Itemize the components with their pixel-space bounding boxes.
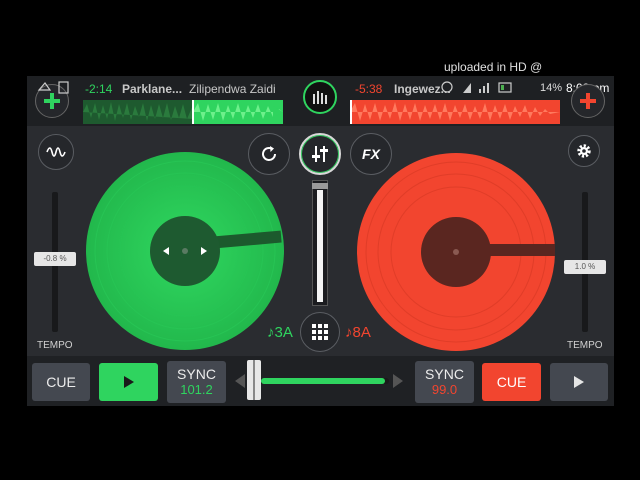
deck-a-cue-button[interactable]: CUE xyxy=(32,363,90,401)
turntable-b[interactable] xyxy=(356,152,556,352)
crossfader-left-arrow[interactable] xyxy=(235,374,245,388)
dj-app: -2:14 Parklane... Zilipendwa Zaidi -5:38… xyxy=(27,76,614,406)
app-logo xyxy=(303,80,337,114)
deck-b-key: ♪8A xyxy=(345,324,371,341)
play-icon xyxy=(574,376,584,388)
notification-icons xyxy=(37,81,69,94)
deck-a-waveform-end-arrow xyxy=(273,106,283,118)
settings-button[interactable] xyxy=(568,135,600,167)
deck-b-sync-label: SYNC xyxy=(425,366,464,382)
deck-a-sync-button[interactable]: SYNC 101.2 xyxy=(167,361,226,403)
equalizer-icon xyxy=(313,91,327,104)
deck-b-waveform[interactable] xyxy=(350,100,560,124)
tempo-slider-b-thumb[interactable]: 1.0 % xyxy=(564,260,606,274)
tempo-label-a: TEMPO xyxy=(37,340,73,351)
mixer-button[interactable] xyxy=(299,133,341,175)
deck-a-track-artist: Zilipendwa Zaidi xyxy=(189,82,276,96)
grid-icon xyxy=(312,324,328,340)
crossfader-fill xyxy=(261,378,385,384)
crossfader-right-arrow[interactable] xyxy=(393,374,403,388)
deck-a-track-title: Parklane... xyxy=(122,82,183,96)
plus-icon xyxy=(580,93,596,109)
waveform-view-button[interactable] xyxy=(38,134,74,170)
volume-fader[interactable] xyxy=(312,180,328,306)
tempo-slider-a-thumb[interactable]: -0.8 % xyxy=(34,252,76,266)
deck-b-time-remaining: -5:38 xyxy=(355,82,383,96)
deck-a-play-button[interactable] xyxy=(99,363,158,401)
deck-b-cue-label: CUE xyxy=(496,374,527,390)
grid-button[interactable] xyxy=(300,312,340,352)
deck-b-bpm: 99.0 xyxy=(431,382,458,397)
mixer-sliders-icon xyxy=(312,146,328,162)
deck-a-time-remaining: -2:14 xyxy=(85,82,113,96)
volume-fader-level xyxy=(317,190,323,302)
deck-a-waveform[interactable] xyxy=(83,100,283,124)
tempo-label-b: TEMPO xyxy=(567,340,603,351)
deck-a-bpm: 101.2 xyxy=(180,382,213,397)
top-bar: -2:14 Parklane... Zilipendwa Zaidi -5:38… xyxy=(27,76,614,126)
play-icon xyxy=(123,376,134,388)
deck-a-sync-label: SYNC xyxy=(177,366,216,382)
deck-a-cue-label: CUE xyxy=(46,374,76,390)
waveform-icon xyxy=(46,147,66,157)
status-icons xyxy=(441,81,512,93)
gear-icon xyxy=(577,144,591,158)
battery-percent: 14% xyxy=(540,82,563,94)
crossfader-thumb[interactable] xyxy=(247,360,261,400)
deck-a-key: ♪3A xyxy=(267,324,293,341)
deck-b-play-button[interactable] xyxy=(550,363,608,401)
plus-icon xyxy=(44,93,60,109)
deck-b-sync-button[interactable]: SYNC 99.0 xyxy=(415,361,474,403)
turntable-a[interactable] xyxy=(85,151,285,351)
add-track-b-button[interactable] xyxy=(571,84,605,118)
crossfader-thumb-line xyxy=(253,360,255,400)
deck-b-cue-button[interactable]: CUE xyxy=(482,363,541,401)
volume-fader-thumb[interactable] xyxy=(312,183,328,189)
